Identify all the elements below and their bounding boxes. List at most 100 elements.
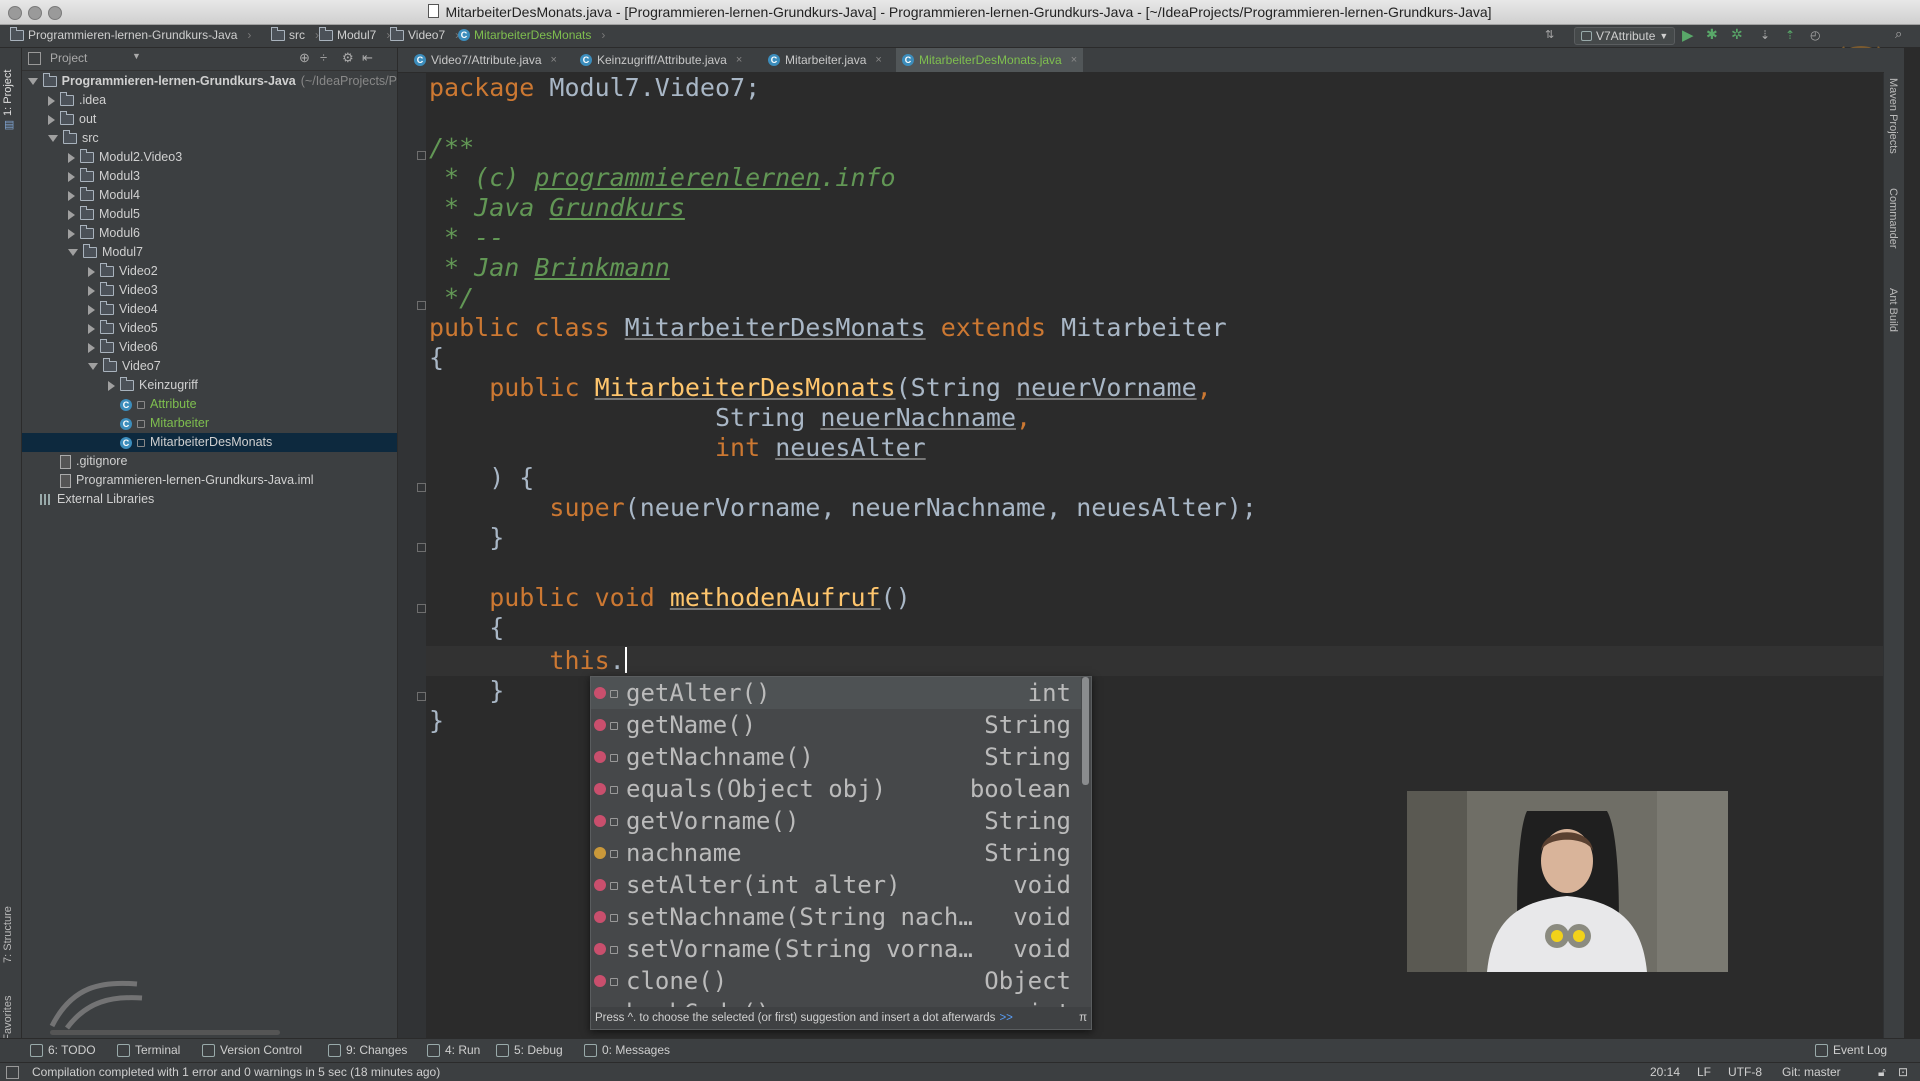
tool-window-button[interactable]: 9: Changes bbox=[328, 1043, 407, 1057]
coverage-icon[interactable]: ✲ bbox=[1731, 26, 1743, 42]
tool-window-button[interactable]: 6: TODO bbox=[30, 1043, 96, 1057]
collapsed-arrow-icon[interactable] bbox=[88, 342, 95, 353]
collapsed-arrow-icon[interactable] bbox=[88, 285, 95, 296]
collapsed-arrow-icon[interactable] bbox=[48, 95, 55, 106]
collapsed-arrow-icon[interactable] bbox=[68, 152, 75, 163]
pin-icon[interactable]: π bbox=[1079, 1007, 1087, 1029]
run-icon[interactable]: ▶ bbox=[1682, 26, 1694, 44]
debug-icon[interactable]: ✱ bbox=[1706, 26, 1718, 42]
close-icon[interactable]: × bbox=[1071, 54, 1077, 66]
structure-tool-tab[interactable]: 7: Structure bbox=[2, 893, 14, 963]
completion-item[interactable]: setNachname(String nach… void bbox=[591, 901, 1081, 933]
code-completion-popup[interactable]: getAlter() int getName() String getNachname(… bbox=[590, 676, 1092, 1030]
collapsed-arrow-icon[interactable] bbox=[88, 323, 95, 334]
fold-marker-icon[interactable] bbox=[417, 692, 426, 701]
tree-item[interactable]: Video7 bbox=[22, 357, 397, 376]
tab-keinzugriff-attribute[interactable]: C Keinzugriff/Attribute.java × bbox=[574, 48, 748, 72]
vcs-history-icon[interactable]: ◴ bbox=[1810, 28, 1820, 44]
fold-marker-icon[interactable] bbox=[417, 543, 426, 552]
vcs-commit-icon[interactable]: ⇡ bbox=[1785, 28, 1795, 44]
memory-indicator-icon[interactable]: ⊡ bbox=[1898, 1065, 1908, 1079]
completion-item[interactable]: equals(Object obj) boolean bbox=[591, 773, 1081, 805]
fold-marker-icon[interactable] bbox=[417, 151, 426, 160]
tree-item[interactable]: Video4 bbox=[22, 300, 397, 319]
completion-item[interactable]: setVorname(String vorna… void bbox=[591, 933, 1081, 965]
tree-item[interactable]: Modul3 bbox=[22, 167, 397, 186]
commander-tab[interactable]: Commander bbox=[1887, 188, 1899, 268]
tab-video7-attribute[interactable]: C Video7/Attribute.java × bbox=[408, 48, 563, 72]
expanded-arrow-icon[interactable] bbox=[28, 78, 38, 85]
event-log-button[interactable]: Event Log bbox=[1815, 1043, 1887, 1057]
status-message[interactable]: Compilation completed with 1 error and 0… bbox=[32, 1065, 440, 1079]
tree-item[interactable]: C MitarbeiterDesMonats bbox=[22, 433, 397, 452]
ant-build-tab[interactable]: Ant Build bbox=[1887, 288, 1899, 358]
search-icon[interactable]: ⌕ bbox=[1895, 26, 1902, 42]
tree-item[interactable]: External Libraries bbox=[22, 490, 397, 509]
completion-item[interactable]: getAlter() int bbox=[591, 677, 1081, 709]
collapsed-arrow-icon[interactable] bbox=[68, 209, 75, 220]
fold-marker-icon[interactable] bbox=[417, 483, 426, 492]
collapsed-arrow-icon[interactable] bbox=[88, 304, 95, 315]
breadcrumb-class[interactable]: C MitarbeiterDesMonats › bbox=[458, 28, 605, 42]
tool-window-button[interactable]: Version Control bbox=[202, 1043, 302, 1057]
collapsed-arrow-icon[interactable] bbox=[48, 114, 55, 125]
git-branch-select[interactable]: Git: master bbox=[1782, 1065, 1841, 1079]
vcs-update-icon[interactable]: ⇣ bbox=[1760, 28, 1770, 44]
tree-item[interactable]: Keinzugriff bbox=[22, 376, 397, 395]
tree-item[interactable]: Programmieren-lernen-Grundkurs-Java.iml bbox=[22, 471, 397, 490]
chevron-down-icon[interactable]: ▼ bbox=[132, 51, 141, 61]
tree-item[interactable]: Modul4 bbox=[22, 186, 397, 205]
fold-marker-icon[interactable] bbox=[417, 604, 426, 613]
completion-item[interactable]: clone() Object bbox=[591, 965, 1081, 997]
tree-item[interactable]: Video2 bbox=[22, 262, 397, 281]
collapsed-arrow-icon[interactable] bbox=[68, 190, 75, 201]
expanded-arrow-icon[interactable] bbox=[48, 135, 58, 142]
tool-window-button[interactable]: Terminal bbox=[117, 1043, 180, 1057]
expanded-arrow-icon[interactable] bbox=[88, 363, 98, 370]
completion-item[interactable]: getName() String bbox=[591, 709, 1081, 741]
encoding-select[interactable]: UTF-8 bbox=[1728, 1065, 1762, 1079]
tab-mitarbeiter-des-monats[interactable]: C MitarbeiterDesMonats.java × bbox=[896, 48, 1084, 72]
scroll-from-source-icon[interactable]: ⊕ bbox=[299, 50, 310, 66]
collapsed-arrow-icon[interactable] bbox=[68, 228, 75, 239]
tree-horizontal-scrollbar[interactable] bbox=[50, 1030, 280, 1035]
tree-item[interactable]: C Mitarbeiter bbox=[22, 414, 397, 433]
gear-icon[interactable]: ⚙ bbox=[342, 50, 354, 66]
tree-item[interactable]: Modul6 bbox=[22, 224, 397, 243]
hint-more-link[interactable]: >> bbox=[999, 1012, 1012, 1024]
tree-item[interactable]: Modul7 bbox=[22, 243, 397, 262]
breadcrumb-video7[interactable]: Video7› bbox=[390, 26, 459, 42]
tree-item[interactable]: .idea bbox=[22, 91, 397, 110]
tree-item[interactable]: C Attribute bbox=[22, 395, 397, 414]
close-icon[interactable]: × bbox=[875, 54, 881, 66]
completion-item[interactable]: setAlter(int alter) void bbox=[591, 869, 1081, 901]
tree-item[interactable]: Modul2.Video3 bbox=[22, 148, 397, 167]
run-configuration-select[interactable]: V7Attribute ▼ bbox=[1574, 27, 1676, 45]
fold-marker-icon[interactable] bbox=[417, 301, 426, 310]
project-view-select[interactable]: Project bbox=[50, 51, 87, 65]
tree-item[interactable]: Video3 bbox=[22, 281, 397, 300]
completion-item[interactable]: nachname String bbox=[591, 837, 1081, 869]
collapse-all-icon[interactable]: ÷ bbox=[320, 50, 327, 65]
tree-item[interactable]: Programmieren-lernen-Grundkurs-Java (~/Id… bbox=[22, 72, 397, 91]
close-icon[interactable]: × bbox=[736, 54, 742, 66]
maven-projects-tab[interactable]: Maven Projects bbox=[1887, 78, 1899, 178]
breadcrumb-src[interactable]: src › bbox=[271, 26, 319, 42]
collapsed-arrow-icon[interactable] bbox=[108, 380, 115, 391]
tree-item[interactable]: out bbox=[22, 110, 397, 129]
completion-scrollbar[interactable] bbox=[1082, 677, 1089, 785]
close-icon[interactable]: × bbox=[551, 54, 557, 66]
tree-item[interactable]: Video5 bbox=[22, 319, 397, 338]
tree-item[interactable]: .gitignore bbox=[22, 452, 397, 471]
tree-item[interactable]: Video6 bbox=[22, 338, 397, 357]
tool-window-button[interactable]: 4: Run bbox=[427, 1043, 480, 1057]
breadcrumb-project[interactable]: Programmieren-lernen-Grundkurs-Java › bbox=[10, 26, 251, 42]
expanded-arrow-icon[interactable] bbox=[68, 249, 78, 256]
tree-item[interactable]: Modul5 bbox=[22, 205, 397, 224]
line-separator-select[interactable]: LF bbox=[1697, 1065, 1711, 1079]
completion-item[interactable]: getNachname() String bbox=[591, 741, 1081, 773]
project-tool-tab[interactable]: 1: Project bbox=[2, 56, 14, 116]
tool-window-button[interactable]: 0: Messages bbox=[584, 1043, 670, 1057]
collapsed-arrow-icon[interactable] bbox=[68, 171, 75, 182]
completion-item[interactable]: getVorname() String bbox=[591, 805, 1081, 837]
